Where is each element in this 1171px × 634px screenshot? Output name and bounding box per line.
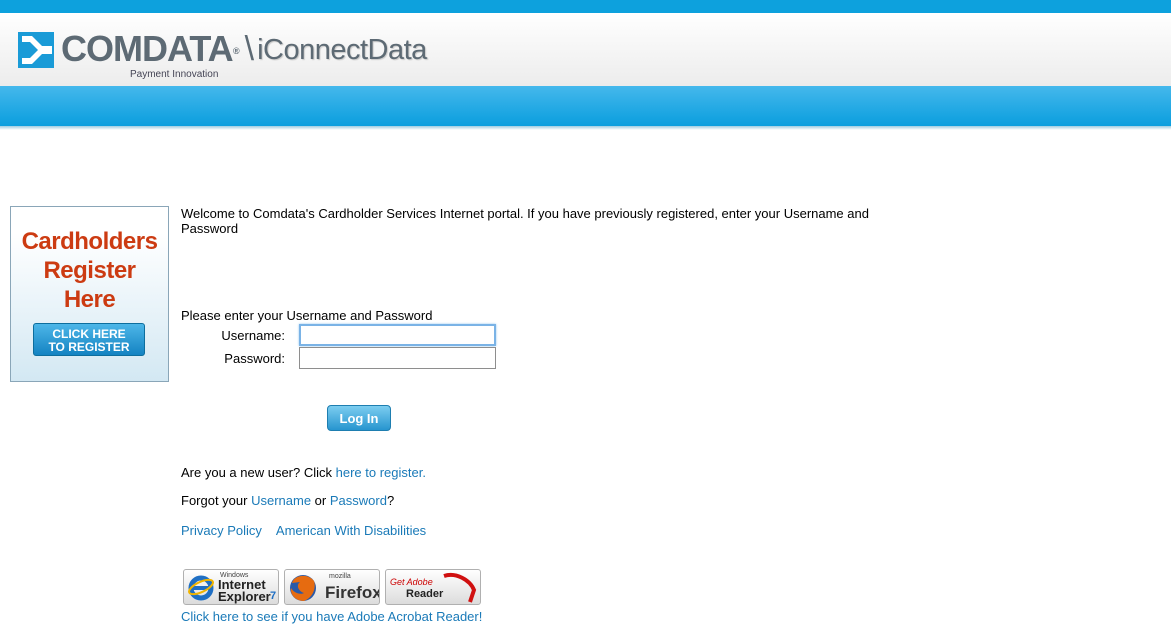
browser-badges: Windows Internet Explorer 7 mozilla Fire… [183, 569, 481, 605]
brand-tagline: Payment Innovation [130, 69, 219, 80]
register-link[interactable]: here to register. [336, 465, 426, 480]
brand-divider: \ [244, 30, 255, 68]
welcome-message: Welcome to Comdata's Cardholder Services… [181, 206, 869, 236]
ada-link[interactable]: American With Disabilities [276, 523, 426, 538]
new-user-line: Are you a new user? Click here to regist… [181, 465, 426, 480]
username-label: Username: [221, 328, 285, 343]
login-prompt: Please enter your Username and Password [181, 308, 433, 323]
nav-bar-shadow [0, 126, 1171, 130]
acrobat-check-link[interactable]: Click here to see if you have Adobe Acro… [181, 609, 482, 624]
adobe-reader-logo-icon [443, 573, 477, 603]
footer-links: Privacy Policy American With Disabilities [181, 523, 426, 538]
firefox-badge[interactable]: mozilla Firefox [284, 569, 380, 605]
privacy-policy-link[interactable]: Privacy Policy [181, 523, 262, 538]
nav-bar [0, 86, 1171, 126]
comdata-logo-icon [18, 32, 54, 68]
internet-explorer-badge[interactable]: Windows Internet Explorer 7 [183, 569, 279, 605]
username-input[interactable] [299, 324, 496, 346]
adobe-reader-badge[interactable]: Get Adobe Reader [385, 569, 481, 605]
site-header: COMDATA ® \ iConnectData Payment Innovati… [0, 13, 1171, 86]
trademark: ® [233, 46, 240, 56]
brand-name: COMDATA ® [61, 28, 240, 69]
login-button[interactable]: Log In [327, 405, 391, 431]
password-label: Password: [224, 351, 285, 366]
comdata-logo[interactable]: COMDATA ® \ iConnectData [18, 31, 427, 69]
banner-title: Cardholders Register Here [21, 228, 158, 313]
top-accent-bar [0, 0, 1171, 13]
internet-explorer-logo-icon [188, 575, 214, 601]
forgot-password-link[interactable]: Password [330, 493, 387, 508]
password-input[interactable] [299, 347, 496, 369]
product-name: iConnectData [257, 34, 427, 66]
click-here-to-register-button[interactable]: CLICK HERE TO REGISTER [33, 323, 145, 356]
firefox-logo-icon [290, 575, 316, 601]
cardholder-register-banner[interactable]: Cardholders Register Here CLICK HERE TO … [10, 206, 169, 382]
forgot-username-link[interactable]: Username [251, 493, 311, 508]
forgot-line: Forgot your Username or Password? [181, 493, 395, 508]
